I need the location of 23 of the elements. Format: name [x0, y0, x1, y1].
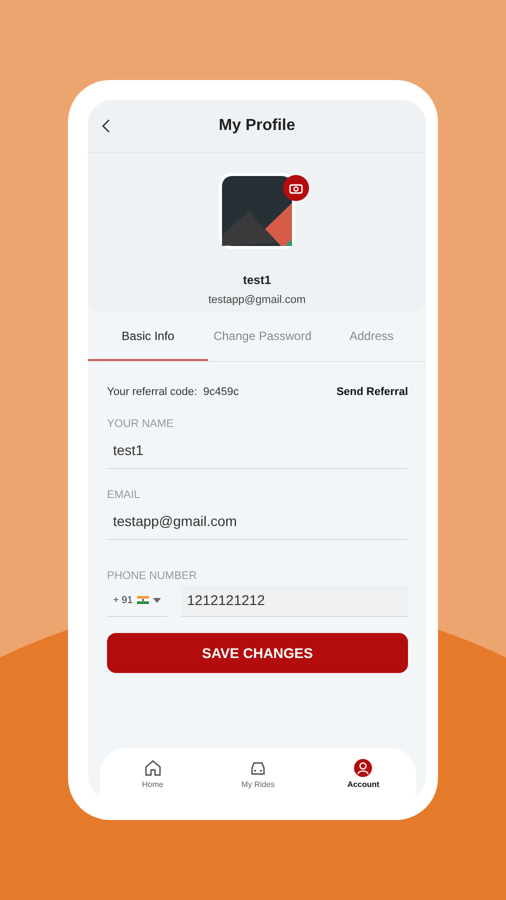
account-icon [354, 759, 372, 777]
field-label: EMAIL [107, 489, 142, 501]
referral-code: Your referral code: 9c459c [107, 386, 239, 398]
caret-icon [152, 598, 161, 602]
field-label: YOUR NAME [107, 418, 175, 430]
input-field[interactable]: testapp@gmail.com [107, 501, 408, 540]
flag-icon [136, 596, 149, 604]
camera-icon[interactable] [283, 175, 309, 201]
back-icon[interactable] [102, 119, 110, 133]
send-referral-link[interactable]: Send Referral [336, 386, 408, 398]
country-code-dropdown[interactable]: + 91 [107, 586, 167, 617]
user-name: test1 [242, 273, 271, 287]
tab[interactable]: Basic Info [88, 313, 208, 361]
nav-item[interactable]: Account [323, 759, 404, 789]
page-title: My Profile [218, 117, 296, 135]
input-field[interactable]: test1 [107, 430, 408, 469]
user-email: testapp@gmail.com [208, 294, 306, 306]
phone-input-field[interactable]: 1212121212 [181, 586, 408, 617]
home-icon [144, 759, 162, 777]
save-button[interactable]: SAVE CHANGES [107, 633, 408, 673]
nav-item[interactable]: Home [112, 759, 193, 789]
field-label: PHONE NUMBER [107, 570, 198, 582]
nav-item[interactable]: My Rides [218, 759, 298, 789]
